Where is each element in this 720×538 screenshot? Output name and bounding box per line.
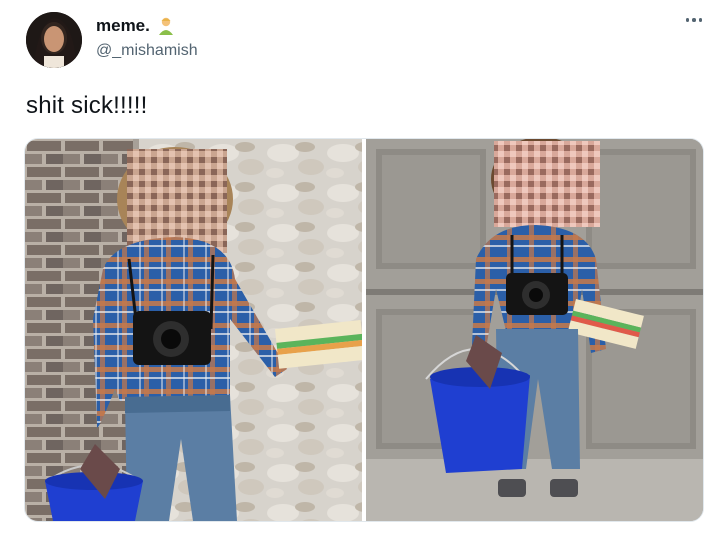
photo-right[interactable]: [366, 139, 703, 521]
person-emoji-icon: [156, 16, 176, 36]
tweet-text: shit sick!!!!!: [26, 92, 148, 119]
photo-right-image: [366, 139, 703, 521]
author-handle[interactable]: @_mishamish: [96, 42, 198, 60]
avatar[interactable]: [26, 12, 82, 68]
media-grid: [24, 138, 704, 522]
avatar-image: [26, 12, 82, 68]
photo-left-image: [25, 139, 362, 521]
ellipsis-icon[interactable]: [682, 14, 706, 26]
photo-left[interactable]: [25, 139, 362, 521]
author-name[interactable]: meme.: [96, 16, 150, 36]
